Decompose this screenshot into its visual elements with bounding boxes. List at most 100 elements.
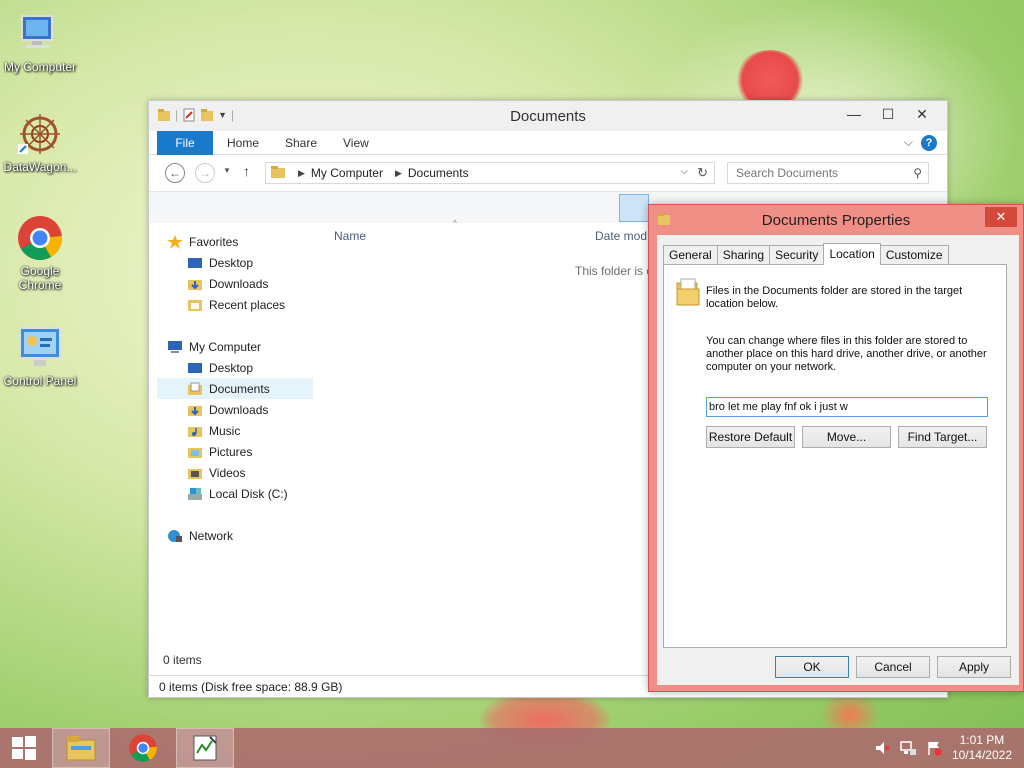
cancel-button[interactable]: Cancel (856, 656, 930, 678)
desktop-icon (187, 256, 203, 270)
location-tab-panel: Files in the Documents folder are stored… (663, 264, 1007, 648)
datawagon-icon (16, 110, 64, 158)
start-button[interactable] (0, 728, 48, 768)
nav-label: Desktop (209, 255, 254, 270)
breadcrumb-chevron-icon[interactable]: ▶ (298, 168, 305, 179)
nav-music[interactable]: Music (187, 420, 343, 441)
address-dropdown-icon[interactable]: ⌵ (680, 166, 688, 177)
computer-icon (16, 10, 64, 58)
empty-folder-message: This folder is e (575, 264, 654, 278)
tab-customize[interactable]: Customize (879, 245, 949, 265)
system-tray (874, 740, 942, 756)
tab-file[interactable]: File (157, 131, 213, 155)
restore-default-button[interactable]: Restore Default (706, 426, 795, 448)
minimize-button[interactable]: — (837, 104, 871, 124)
nav-label: Favorites (189, 234, 239, 249)
column-header-date[interactable]: Date mod (595, 229, 647, 243)
taskbar-app[interactable] (176, 728, 234, 768)
action-center-icon[interactable] (926, 740, 942, 756)
downloads-folder-icon (187, 277, 203, 291)
notepad-app-icon (193, 735, 217, 761)
desktop-icon-google-chrome[interactable]: Google Chrome (0, 214, 80, 292)
details-pane-icon[interactable] (619, 194, 649, 222)
computer-icon (167, 340, 183, 354)
tab-security[interactable]: Security (769, 245, 825, 265)
search-icon: ⚲ (913, 166, 922, 180)
location-info-text: Files in the Documents folder are stored… (706, 285, 963, 310)
forward-button[interactable]: → (195, 163, 215, 183)
dialog-close-button[interactable]: ✕ (985, 207, 1017, 227)
address-bar[interactable]: ▶ My Computer ▶ Documents ⌵ ↻ (265, 162, 715, 184)
recent-locations-icon[interactable]: ▼ (223, 166, 231, 175)
ok-button[interactable]: OK (775, 656, 849, 678)
nav-network[interactable]: Network (167, 525, 323, 546)
pictures-folder-icon (187, 445, 203, 459)
move-button[interactable]: Move... (802, 426, 891, 448)
desktop-icon-label: Google Chrome (18, 264, 62, 292)
nav-local-disk[interactable]: Local Disk (C:) (187, 483, 343, 504)
nav-label: Videos (209, 465, 246, 480)
nav-downloads[interactable]: Downloads (187, 399, 343, 420)
clock-time: 1:01 PM (959, 733, 1005, 747)
nav-label: Documents (209, 381, 270, 396)
chrome-icon (129, 734, 157, 762)
desktop-icon-datawagon[interactable]: DataWagon... (0, 110, 80, 174)
chrome-icon (16, 214, 64, 262)
nav-label: Network (189, 528, 234, 543)
volume-muted-icon[interactable] (874, 740, 890, 756)
tab-share[interactable]: Share (271, 131, 331, 155)
tab-location[interactable]: Location (823, 243, 881, 265)
desktop-icon-label: Control Panel (3, 374, 77, 388)
nav-favorite-recent-places[interactable]: Recent places (187, 294, 343, 315)
help-icon[interactable]: ? (921, 135, 937, 151)
apply-button[interactable]: Apply (937, 656, 1011, 678)
documents-properties-dialog: Documents Properties ✕ General Sharing S… (648, 204, 1024, 692)
dialog-tabs: General Sharing Security Location Custom… (663, 243, 949, 265)
tab-home[interactable]: Home (213, 131, 273, 155)
nav-favorite-downloads[interactable]: Downloads (187, 273, 343, 294)
explorer-titlebar[interactable]: | ▼ | Documents — ☐ ✕ (149, 101, 947, 131)
nav-label: Pictures (209, 444, 253, 459)
nav-label: Music (209, 423, 241, 438)
drive-icon (187, 487, 203, 501)
nav-favorite-desktop[interactable]: Desktop (187, 252, 343, 273)
nav-documents[interactable]: Documents (157, 378, 313, 399)
target-path-input[interactable]: bro let me play fnf ok i just w (706, 397, 988, 417)
ribbon-tabs: File Home Share View ⌵ ? (149, 131, 947, 155)
breadcrumb-my-computer[interactable]: My Computer (311, 166, 383, 180)
nav-pictures[interactable]: Pictures (187, 441, 343, 462)
nav-favorites[interactable]: Favorites (167, 231, 323, 252)
nav-desktop[interactable]: Desktop (187, 357, 343, 378)
desktop-icon-control-panel[interactable]: Control Panel (0, 324, 80, 388)
control-panel-icon (16, 324, 64, 372)
desktop-icon-my-computer[interactable]: My Computer (0, 10, 80, 74)
column-header-name[interactable]: Name (334, 229, 366, 243)
taskbar-clock[interactable]: 1:01 PM 10/14/2022 (952, 733, 1012, 763)
breadcrumb-documents[interactable]: Documents (408, 166, 469, 180)
nav-videos[interactable]: Videos (187, 462, 343, 483)
tab-sharing[interactable]: Sharing (716, 245, 771, 265)
tab-general[interactable]: General (663, 245, 718, 265)
address-row: ← → ▼ ↑ ▶ My Computer ▶ Documents ⌵ ↻ Se… (149, 155, 947, 191)
documents-folder-icon (676, 277, 700, 310)
search-placeholder: Search Documents (736, 166, 839, 180)
desktop-icon (187, 361, 203, 375)
network-status-icon[interactable] (900, 740, 916, 756)
breadcrumb-chevron-icon[interactable]: ▶ (395, 168, 402, 179)
close-button[interactable]: ✕ (905, 104, 939, 124)
tab-view[interactable]: View (329, 131, 383, 155)
taskbar-file-explorer[interactable] (52, 728, 110, 768)
network-icon (167, 529, 183, 543)
item-count: 0 items (163, 653, 202, 667)
search-input[interactable]: Search Documents ⚲ (727, 162, 929, 184)
find-target-button[interactable]: Find Target... (898, 426, 987, 448)
up-button[interactable]: ↑ (243, 163, 250, 179)
taskbar-chrome[interactable] (114, 728, 172, 768)
refresh-icon[interactable]: ↻ (697, 165, 708, 181)
maximize-button[interactable]: ☐ (871, 104, 905, 124)
back-button[interactable]: ← (165, 163, 185, 183)
nav-my-computer[interactable]: My Computer (167, 336, 323, 357)
expand-ribbon-icon[interactable]: ⌵ (904, 135, 913, 150)
nav-label: Local Disk (C:) (209, 486, 288, 501)
clock-date: 10/14/2022 (951, 748, 1012, 762)
